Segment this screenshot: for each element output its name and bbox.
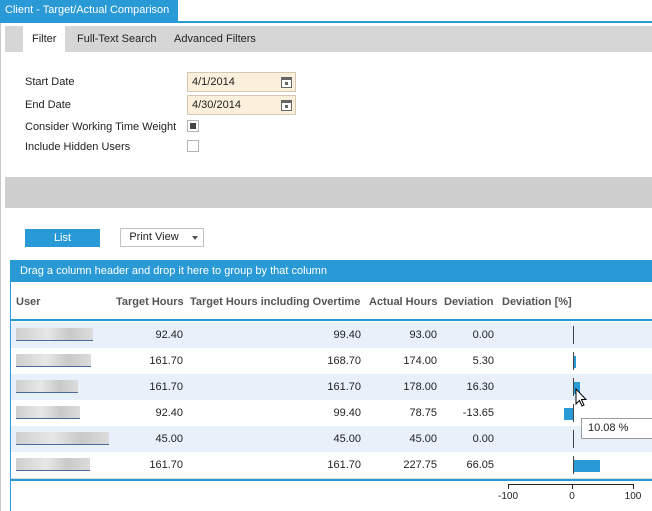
cell-actual: 93.00 [409, 329, 437, 341]
column-header-user[interactable]: User [16, 296, 40, 308]
cell-deviation: -13.65 [462, 407, 494, 419]
cell-actual: 227.75 [403, 459, 437, 471]
cell-target: 161.70 [149, 381, 183, 393]
table-row[interactable]: 161.70 161.70 227.75 66.05 [11, 452, 652, 479]
column-header-target-hours-overtime[interactable]: Target Hours including Overtime [190, 296, 360, 308]
checkbox-check-mark [190, 123, 196, 129]
cell-deviation: 0.00 [472, 329, 494, 341]
table-row[interactable]: 45.00 45.00 45.00 0.00 [11, 426, 652, 453]
column-header-deviation-percent[interactable]: Deviation [%] [502, 296, 572, 308]
axis-tick [572, 485, 573, 489]
axis-tick-label: 0 [569, 491, 575, 502]
table-row[interactable]: 92.40 99.40 93.00 0.00 [11, 322, 652, 349]
cell-deviation: 16.30 [466, 381, 494, 393]
column-header-target-hours[interactable]: Target Hours [116, 296, 184, 308]
header-separator [11, 319, 652, 321]
cell-target: 161.70 [149, 459, 183, 471]
user-name-link[interactable] [16, 432, 109, 445]
axis-tick [633, 485, 634, 489]
deviation-zero-line [573, 326, 574, 344]
window-title: Client - Target/Actual Comparison [5, 4, 170, 16]
list-button[interactable]: List [25, 229, 100, 247]
axis-tick [508, 485, 509, 489]
start-date-field[interactable]: 4/1/2014 [187, 72, 296, 92]
end-date-field[interactable]: 4/30/2014 [187, 95, 296, 115]
calendar-icon[interactable] [281, 99, 292, 111]
table-row[interactable]: 161.70 168.70 174.00 5.30 [11, 348, 652, 375]
axis-tick-label: 100 [624, 491, 642, 502]
cell-target: 161.70 [149, 355, 183, 367]
cell-target-ot: 168.70 [327, 355, 361, 367]
cell-deviation: 5.30 [472, 355, 494, 367]
table-row[interactable]: 92.40 99.40 78.75 -13.65 [11, 400, 652, 427]
table-row[interactable]: 161.70 161.70 178.00 16.30 [11, 374, 652, 401]
end-date-label: End Date [25, 99, 71, 111]
left-edge-line [0, 23, 1, 511]
cell-target-ot: 161.70 [327, 459, 361, 471]
user-name-link[interactable] [16, 406, 80, 419]
user-name-link[interactable] [16, 380, 78, 393]
cell-deviation: 0.00 [472, 433, 494, 445]
working-time-weight-checkbox[interactable] [187, 120, 199, 132]
filter-tabbar: Filter Full-Text Search Advanced Filters [5, 26, 652, 52]
cell-target: 92.40 [155, 407, 183, 419]
include-hidden-users-label: Include Hidden Users [25, 141, 131, 153]
cell-actual: 45.00 [409, 433, 437, 445]
mouse-cursor-icon [575, 388, 588, 407]
grid-header-row: User Target Hours Target Hours including… [11, 282, 652, 318]
cell-actual: 174.00 [403, 355, 437, 367]
grid-bottom-border [11, 479, 652, 481]
start-date-label: Start Date [25, 76, 75, 88]
chevron-down-icon [192, 236, 198, 240]
end-date-value: 4/30/2014 [192, 99, 241, 111]
window-title-tab: Client - Target/Actual Comparison [0, 0, 179, 21]
calendar-icon[interactable] [281, 76, 292, 88]
deviation-tooltip: 10.08 % [581, 418, 652, 439]
cell-target: 45.00 [155, 433, 183, 445]
cell-actual: 78.75 [409, 407, 437, 419]
deviation-bar[interactable] [574, 356, 577, 368]
deviation-zero-line [573, 430, 574, 448]
axis-tick-label: -100 [497, 491, 518, 502]
cell-target-ot: 45.00 [333, 433, 361, 445]
working-time-weight-label: Consider Working Time Weight [25, 121, 177, 133]
user-name-link[interactable] [16, 354, 91, 367]
deviation-bar[interactable] [574, 460, 601, 472]
cell-actual: 178.00 [403, 381, 437, 393]
group-by-panel[interactable]: Drag a column header and drop it here to… [10, 260, 652, 282]
deviation-zero-line [573, 404, 574, 422]
cell-target: 92.40 [155, 329, 183, 341]
start-date-value: 4/1/2014 [192, 76, 235, 88]
deviation-axis-line [508, 484, 634, 485]
cell-target-ot: 161.70 [327, 381, 361, 393]
column-header-actual-hours[interactable]: Actual Hours [369, 296, 437, 308]
user-name-link[interactable] [16, 458, 90, 471]
tab-filter[interactable]: Filter [23, 26, 66, 52]
cell-target-ot: 99.40 [333, 407, 361, 419]
user-name-link[interactable] [16, 328, 93, 341]
title-accent-line [0, 21, 652, 23]
include-hidden-users-checkbox[interactable] [187, 140, 199, 152]
tab-advanced-filters[interactable]: Advanced Filters [174, 26, 256, 52]
cell-deviation: 66.05 [466, 459, 494, 471]
filter-separator-band [5, 177, 652, 208]
cell-target-ot: 99.40 [333, 329, 361, 341]
tab-full-text-search[interactable]: Full-Text Search [77, 26, 156, 52]
print-view-dropdown[interactable] [187, 228, 204, 247]
print-view-button[interactable]: Print View [120, 228, 188, 247]
deviation-bar[interactable] [563, 408, 573, 420]
column-header-deviation[interactable]: Deviation [444, 296, 494, 308]
